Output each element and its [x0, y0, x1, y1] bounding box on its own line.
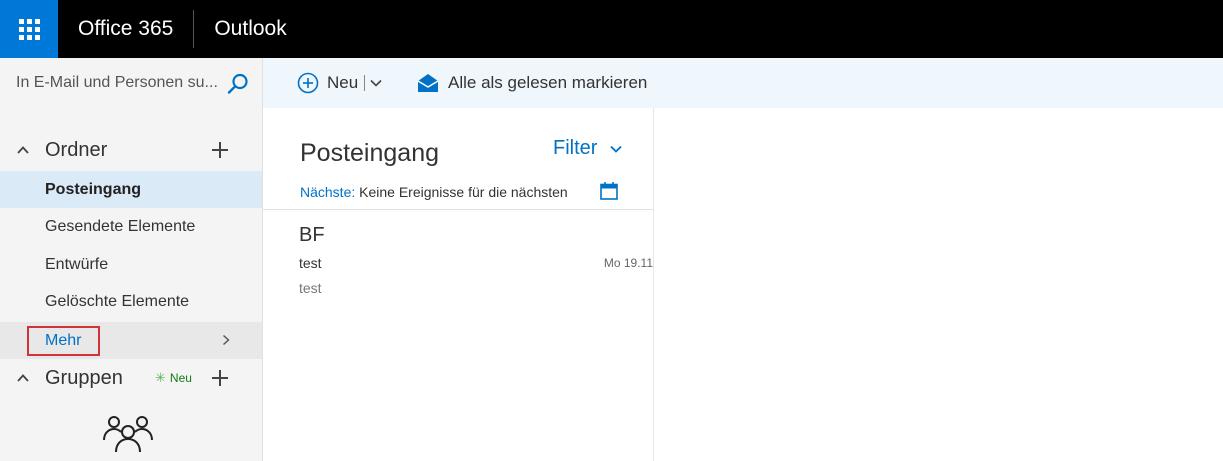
folder-item-label: Posteingang	[45, 180, 142, 198]
chevron-up-icon[interactable]	[16, 371, 30, 385]
folders-label: Ordner	[45, 138, 108, 161]
chevron-up-icon[interactable]	[16, 143, 30, 157]
folder-pane: Ordner Posteingang Gesendete Elemente En…	[0, 58, 263, 461]
chevron-down-icon[interactable]	[369, 76, 383, 90]
folder-item-deleted[interactable]: Gelöschte Elemente	[0, 283, 262, 320]
groups-label: Gruppen	[45, 366, 123, 389]
folders-header[interactable]: Ordner	[0, 132, 263, 168]
brand-title[interactable]: Office 365	[58, 10, 193, 48]
message-list: Posteingang Filter Nächste: Keine Ereign…	[263, 108, 654, 461]
top-bar: Office 365 Outlook	[0, 0, 1223, 58]
folder-item-inbox[interactable]: Posteingang	[0, 171, 262, 208]
highlight-box	[27, 326, 100, 356]
plus-circle-icon	[297, 72, 319, 94]
waffle-icon	[18, 18, 40, 40]
upcoming-label[interactable]: Nächste:	[300, 184, 355, 200]
filter-button[interactable]: Filter	[553, 137, 623, 160]
message-date: Mo 19.11	[603, 256, 653, 270]
new-separator	[364, 75, 366, 91]
add-group-icon[interactable]	[210, 368, 230, 388]
upcoming-events-line: Nächste: Keine Ereignisse für die nächst…	[300, 184, 568, 200]
app-name[interactable]: Outlook	[194, 10, 286, 48]
folder-item-sent[interactable]: Gesendete Elemente	[0, 208, 262, 245]
search-box	[0, 58, 263, 108]
folder-item-drafts[interactable]: Entwürfe	[0, 246, 262, 283]
groups-header[interactable]: Gruppen ✳ Neu	[0, 360, 263, 396]
reading-pane	[655, 108, 1223, 461]
chevron-down-icon	[610, 145, 623, 153]
message-preview: test	[299, 280, 322, 296]
message-item[interactable]: BF test Mo 19.11 test	[263, 210, 653, 300]
add-folder-icon[interactable]	[210, 140, 230, 160]
app-launcher-button[interactable]	[0, 0, 58, 58]
new-badge-label: Neu	[169, 371, 192, 385]
new-message-label: Neu	[327, 73, 359, 92]
new-message-button[interactable]: Neu	[297, 71, 383, 95]
folder-item-label: Gelöschte Elemente	[45, 292, 190, 310]
page-title: Posteingang	[300, 139, 440, 167]
command-bar: Neu Alle als gelesen markieren	[263, 58, 1223, 108]
search-input[interactable]	[16, 74, 226, 92]
message-sender: BF	[299, 224, 325, 246]
search-icon[interactable]	[226, 72, 250, 96]
chevron-right-icon	[222, 334, 230, 346]
folder-item-label: Entwürfe	[45, 255, 109, 273]
calendar-icon[interactable]	[599, 181, 619, 201]
groups-icon	[103, 416, 153, 453]
upcoming-text: Keine Ereignisse für die nächsten	[359, 184, 568, 200]
new-badge: ✳ Neu	[155, 370, 192, 386]
folder-item-label: Gesendete Elemente	[45, 217, 196, 235]
filter-label: Filter	[553, 137, 598, 159]
sparkle-icon: ✳	[155, 370, 166, 385]
mark-all-read-button[interactable]: Alle als gelesen markieren	[417, 71, 647, 95]
open-envelope-icon	[417, 74, 439, 92]
mark-all-read-label: Alle als gelesen markieren	[448, 73, 648, 92]
message-subject: test	[299, 255, 322, 271]
